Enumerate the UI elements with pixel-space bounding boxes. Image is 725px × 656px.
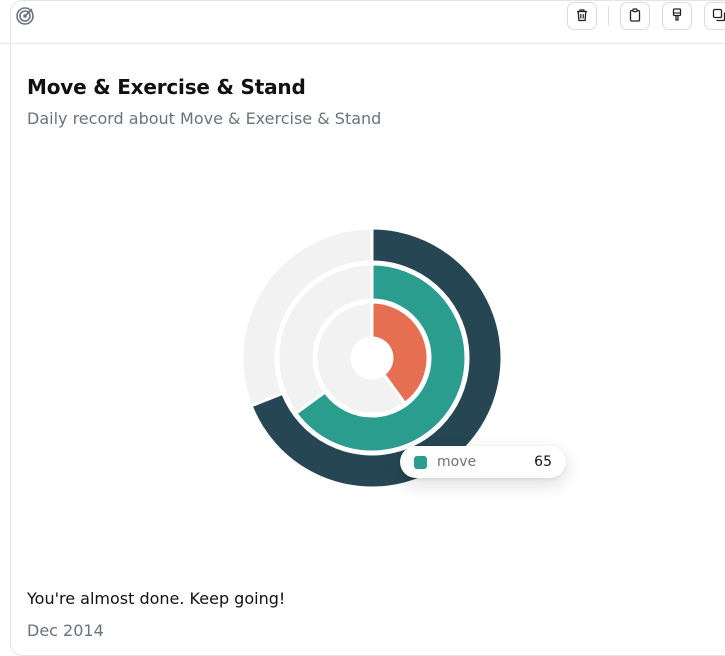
footer-message: You're almost done. Keep going! (27, 589, 286, 608)
tooltip-swatch (414, 455, 427, 469)
chart-tooltip: move 65 (400, 446, 566, 478)
tooltip-value: 65 (534, 454, 552, 470)
footer-date: Dec 2014 (27, 621, 104, 640)
tooltip-label: move (437, 454, 477, 470)
radial-bar-chart (240, 226, 504, 490)
